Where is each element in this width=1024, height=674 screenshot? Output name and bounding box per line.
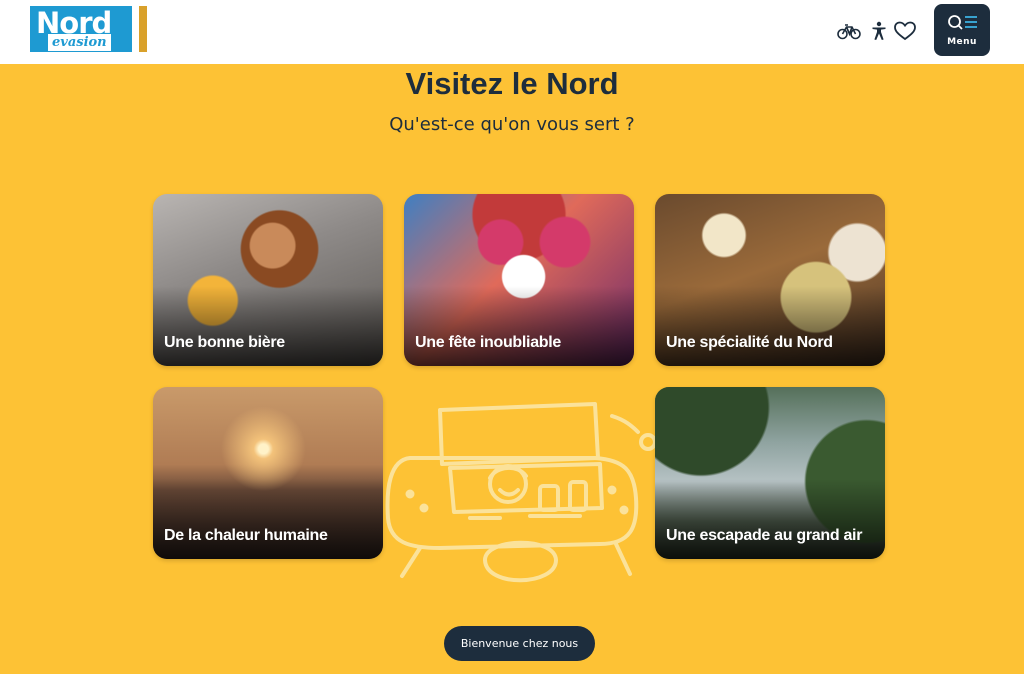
menu-search-icon [948,15,977,30]
card-party[interactable]: Une fête inoubliable [404,194,634,366]
accessibility-icon[interactable] [866,18,892,44]
card-beer[interactable]: Une bonne bière [153,194,383,366]
menu-button[interactable]: Menu [934,4,990,56]
card-label: Une bonne bière [164,334,285,351]
logo[interactable]: Nord evasion [30,6,132,52]
logo-accent-bar [139,6,147,52]
bike-icon[interactable] [836,18,862,44]
food-truck-illustration [385,402,657,583]
card-warmth[interactable]: De la chaleur humaine [153,387,383,559]
page-subtitle: Qu'est-ce qu'on vous sert ? [389,114,635,135]
site-header: Nord evasion Menu [0,0,1024,64]
card-label: Une fête inoubliable [415,334,562,351]
welcome-button[interactable]: Bienvenue chez nous [444,626,595,661]
page-title: Visitez le Nord [405,66,619,101]
card-label: De la chaleur humaine [164,527,328,544]
card-label: Une spécialité du Nord [666,334,833,351]
menu-label: Menu [947,37,977,47]
card-specialty[interactable]: Une spécialité du Nord [655,194,885,366]
logo-text-evasion: evasion [48,34,111,51]
heart-icon[interactable] [892,18,918,44]
card-label: Une escapade au grand air [666,527,863,544]
card-outdoors[interactable]: Une escapade au grand air [655,387,885,559]
